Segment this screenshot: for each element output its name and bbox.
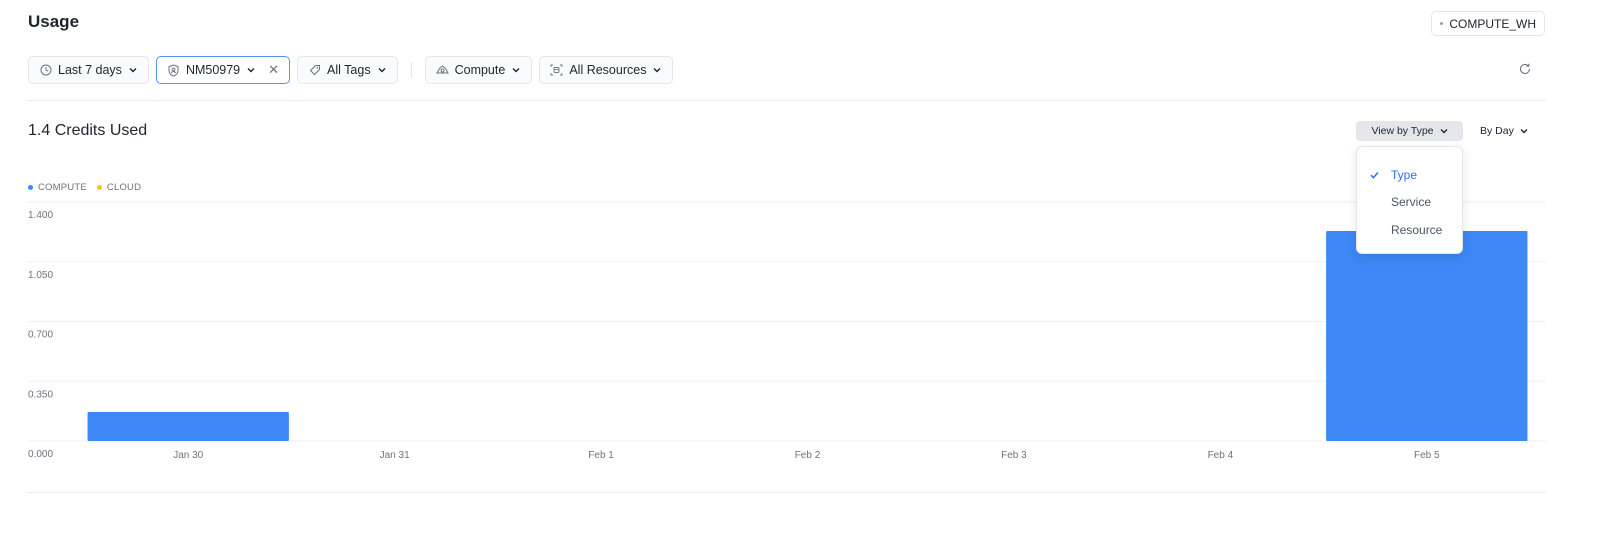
menu-item-service[interactable]: Service <box>1357 189 1462 217</box>
menu-item-type[interactable]: Type <box>1357 161 1462 189</box>
legend-dot-compute <box>28 185 33 190</box>
chart-gridlines <box>28 201 1546 442</box>
chart-x-ticks: Jan 30 Jan 31 Feb 1 Feb 2 Feb 3 Feb 4 Feb 5 <box>173 450 1440 461</box>
clock-icon <box>39 64 52 77</box>
refresh-icon[interactable] <box>1518 62 1532 76</box>
chart-y-ticks: 0.000 0.350 0.700 1.050 1.400 <box>28 210 53 460</box>
y-tick-label: 0.700 <box>28 330 53 341</box>
view-by-label: View by Type <box>1371 125 1434 137</box>
menu-item-resource[interactable]: Resource <box>1357 216 1462 244</box>
granularity-label: By Day <box>1480 125 1514 137</box>
x-tick-label: Feb 4 <box>1208 450 1234 461</box>
page-title: Usage <box>28 12 80 31</box>
menu-item-label: Service <box>1391 195 1432 210</box>
y-tick-label: 1.400 <box>28 210 53 221</box>
menu-item-label: Type <box>1391 167 1418 182</box>
section-divider <box>28 100 1546 101</box>
bar-compute-feb-5[interactable] <box>1326 231 1528 441</box>
clear-filter-icon[interactable]: ✕ <box>268 62 279 78</box>
chart-bottom-divider <box>28 492 1546 493</box>
resources-filter[interactable]: All Resources <box>539 56 674 84</box>
legend-item-compute[interactable]: COMPUTE <box>28 182 87 193</box>
tag-icon <box>308 64 321 77</box>
legend-label: CLOUD <box>106 182 142 193</box>
status-dot-icon <box>1440 22 1444 25</box>
chevron-down-icon <box>1440 125 1448 137</box>
x-tick-label: Jan 31 <box>380 450 410 461</box>
warehouse-badge[interactable]: COMPUTE_WH <box>1431 11 1545 36</box>
bar-compute-jan-30[interactable] <box>87 411 289 441</box>
view-by-menu: Type Service Resource <box>1356 146 1463 254</box>
x-tick-label: Feb 5 <box>1414 450 1440 461</box>
menu-item-label: Resource <box>1391 222 1443 237</box>
service-filter-label: Compute <box>454 63 506 77</box>
legend-item-cloud[interactable]: CLOUD <box>96 182 142 193</box>
filter-divider <box>410 62 412 78</box>
cloud-icon <box>435 64 449 77</box>
chevron-down-icon <box>377 65 387 75</box>
chart-legend: COMPUTE CLOUD <box>28 182 141 193</box>
x-tick-label: Feb 3 <box>1001 450 1027 461</box>
granularity-dropdown[interactable]: By Day <box>1480 121 1528 141</box>
chevron-down-icon <box>128 65 138 75</box>
y-tick-label: 0.000 <box>28 449 53 460</box>
tags-filter-label: All Tags <box>327 63 371 77</box>
x-tick-label: Feb 2 <box>795 450 821 461</box>
y-tick-label: 0.350 <box>28 389 53 400</box>
tags-filter[interactable]: All Tags <box>297 56 398 84</box>
y-tick-label: 1.050 <box>28 270 53 281</box>
view-by-dropdown[interactable]: View by Type <box>1356 121 1463 141</box>
resource-icon <box>550 64 563 77</box>
legend-dot-cloud <box>96 185 102 190</box>
resources-filter-label: All Resources <box>569 63 647 77</box>
credits-used-heading: 1.4 Credits Used <box>28 122 148 139</box>
user-filter-label: NM50979 <box>185 63 241 77</box>
chart-bars <box>87 231 1528 441</box>
x-tick-label: Jan 30 <box>173 450 203 461</box>
time-range-filter[interactable]: Last 7 days <box>28 56 149 84</box>
x-tick-label: Feb 1 <box>588 450 614 461</box>
warehouse-name: COMPUTE_WH <box>1449 16 1536 31</box>
chevron-down-icon <box>246 65 256 75</box>
time-range-label: Last 7 days <box>58 63 122 77</box>
checkmark-icon <box>1369 169 1380 180</box>
chevron-down-icon <box>1520 125 1528 137</box>
user-shield-icon <box>167 63 180 77</box>
service-filter[interactable]: Compute <box>424 56 533 84</box>
chevron-down-icon <box>652 65 662 75</box>
filter-bar: Last 7 days NM50979 ✕ All Tags Compute A… <box>28 56 674 84</box>
user-filter[interactable]: NM50979 ✕ <box>155 56 291 84</box>
chevron-down-icon <box>511 65 521 75</box>
legend-label: COMPUTE <box>38 182 87 193</box>
